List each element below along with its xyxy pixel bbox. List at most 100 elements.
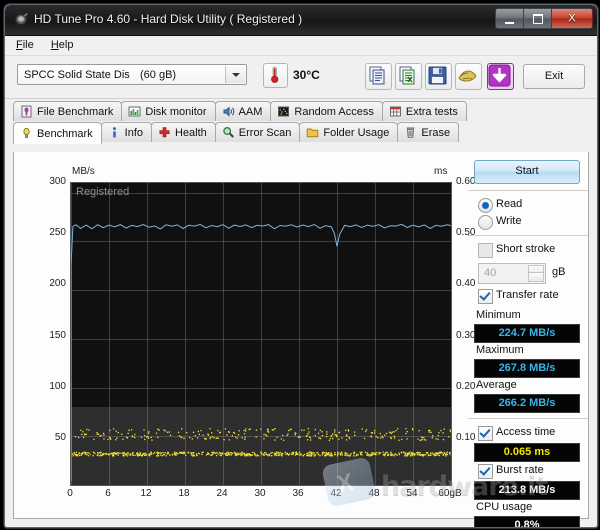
tab-row-top: File Benchmark Disk monitor AAM Random A…: [13, 101, 467, 121]
read-radio[interactable]: [478, 198, 493, 213]
access-time-scatter: [74, 428, 451, 441]
menu-help-rest: elp: [58, 39, 74, 51]
info-icon: [108, 126, 121, 139]
x-tick: 42: [330, 488, 342, 499]
series-layer: [71, 223, 451, 481]
x-tick: 48: [368, 488, 380, 499]
tab-file-benchmark[interactable]: File Benchmark: [13, 101, 123, 121]
tab-extra-tests[interactable]: Extra tests: [381, 101, 467, 121]
read-label: Read: [496, 198, 523, 210]
burst-rate-value: 213.8 MB/s: [474, 481, 580, 500]
tab-label: Disk monitor: [145, 105, 207, 118]
minimum-label: Minimum: [476, 309, 521, 321]
tab-erase[interactable]: Erase: [397, 122, 460, 142]
divider: [468, 235, 588, 236]
benchmark-graph: MB/s ms 300 250 200 150 100 50 0.60 0.50…: [20, 156, 475, 501]
x-tick: 36: [292, 488, 304, 499]
exit-button[interactable]: Exit: [523, 64, 585, 89]
tab-health[interactable]: Health: [151, 122, 216, 142]
average-label: Average: [476, 379, 517, 391]
short-stroke-value: 40: [484, 267, 497, 279]
close-button[interactable]: X: [551, 8, 593, 29]
divider: [468, 418, 588, 419]
drive-name: SPCC Solid State Dis: [24, 69, 130, 81]
minimize-button[interactable]: [495, 8, 523, 29]
menu-help[interactable]: Help: [48, 39, 85, 51]
tab-error-scan[interactable]: Error Scan: [214, 122, 301, 142]
tab-label: Info: [124, 126, 143, 139]
x-tick: 54: [406, 488, 418, 499]
maximum-label: Maximum: [476, 344, 524, 356]
random-access-icon: [277, 105, 290, 118]
file-benchmark-icon: [20, 105, 33, 118]
download-button[interactable]: [487, 63, 514, 90]
y-tick: 300: [49, 176, 66, 187]
tab-random-access[interactable]: Random Access: [270, 101, 383, 121]
y-tick: 100: [49, 381, 66, 392]
tab-info[interactable]: Info: [100, 122, 152, 142]
menu-file-rest: ile: [22, 39, 34, 51]
stepper-down-icon[interactable]: [528, 272, 544, 282]
access-time-value: 0.065 ms: [474, 443, 580, 462]
start-button[interactable]: Start: [474, 160, 580, 184]
gold-button[interactable]: [455, 63, 482, 90]
x-tick: 12: [140, 488, 152, 499]
menu-bar: File Help: [5, 36, 597, 56]
transfer-rate-label: Transfer rate: [496, 289, 559, 301]
tab-label: Health: [175, 126, 207, 139]
y-tick: 150: [49, 330, 66, 341]
x-tick: 30: [254, 488, 266, 499]
copy-excel-button[interactable]: [395, 63, 422, 90]
drive-size: (60 gB): [140, 69, 177, 81]
erase-icon: [404, 126, 417, 139]
tab-folder-usage[interactable]: Folder Usage: [299, 122, 399, 142]
tab-label: Extra tests: [405, 105, 458, 118]
divider: [468, 190, 588, 191]
write-radio[interactable]: [478, 215, 493, 230]
short-stroke-stepper[interactable]: 40: [478, 263, 546, 284]
toolbar: SPCC Solid State Dis (60 gB) 30°C Exit: [5, 56, 597, 99]
tab-disk-monitor[interactable]: Disk monitor: [121, 101, 216, 121]
x-tick: 6: [105, 488, 111, 499]
controls-panel: Start Read Write Short stroke 40 gB Tran…: [466, 156, 590, 527]
maximum-value: 267.8 MB/s: [474, 359, 580, 378]
x-tick: 18: [178, 488, 190, 499]
tab-label: Random Access: [294, 105, 374, 118]
copy-button[interactable]: [365, 63, 392, 90]
maximize-button[interactable]: [523, 8, 551, 29]
thermometer-icon: [263, 63, 288, 88]
average-value: 266.2 MB/s: [474, 394, 580, 413]
access-time-label: Access time: [496, 426, 556, 438]
access-time-checkbox[interactable]: [478, 426, 493, 441]
title-bar: HD Tune Pro 4.60 - Hard Disk Utility ( R…: [5, 5, 597, 36]
transfer-rate-checkbox[interactable]: [478, 289, 493, 304]
app-window: HD Tune Pro 4.60 - Hard Disk Utility ( R…: [4, 4, 598, 528]
tab-benchmark[interactable]: Benchmark: [13, 122, 102, 144]
x-tick: 24: [216, 488, 228, 499]
tab-row-bottom: Benchmark Info Health Error Scan Folder …: [13, 122, 460, 144]
window-controls: X: [495, 8, 593, 29]
menu-file[interactable]: File: [13, 39, 45, 51]
cpu-usage-label: CPU usage: [476, 501, 533, 513]
save-button[interactable]: [425, 63, 452, 90]
minimum-value: 224.7 MB/s: [474, 324, 580, 343]
burst-rate-checkbox[interactable]: [478, 464, 493, 479]
error-scan-icon: [222, 126, 235, 139]
tab-label: Folder Usage: [323, 126, 390, 139]
plot-area: Registered: [70, 182, 452, 486]
tab-aam[interactable]: AAM: [214, 101, 272, 121]
y2-axis-label: ms: [434, 166, 448, 177]
chevron-down-icon[interactable]: [225, 66, 245, 83]
short-stroke-checkbox[interactable]: [478, 243, 493, 258]
tab-label: Benchmark: [37, 127, 93, 140]
drive-select[interactable]: SPCC Solid State Dis (60 gB): [17, 64, 247, 85]
y-tick: 200: [49, 278, 66, 289]
tab-strip: File Benchmark Disk monitor AAM Random A…: [5, 99, 597, 149]
aam-icon: [222, 105, 235, 118]
short-stroke-unit: gB: [552, 266, 566, 278]
benchmark-icon: [20, 127, 33, 140]
benchmark-panel: MB/s ms 300 250 200 150 100 50 0.60 0.50…: [13, 152, 590, 527]
grid-line-vertical: [451, 183, 452, 485]
app-icon: [14, 12, 29, 27]
extra-tests-icon: [389, 105, 402, 118]
